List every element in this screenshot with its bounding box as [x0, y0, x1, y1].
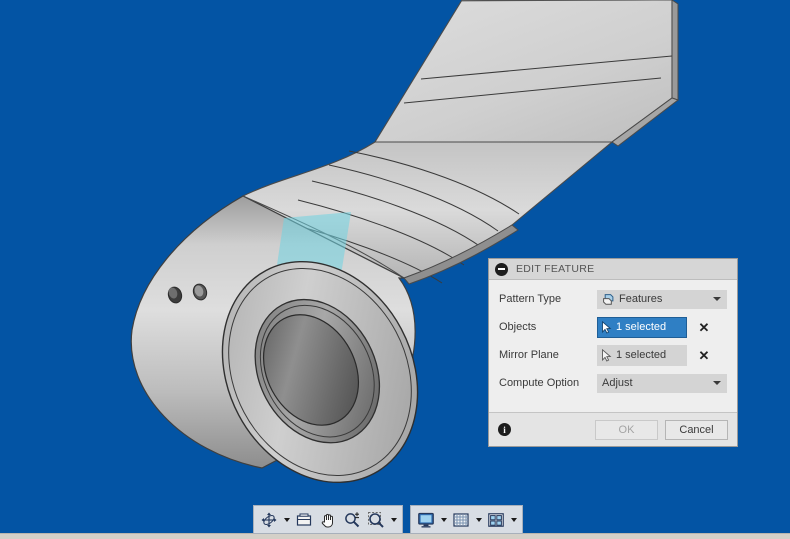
sheet-plate — [374, 0, 680, 147]
row-pattern-type: Pattern Type Features — [499, 288, 727, 310]
pan-hand-icon[interactable] — [316, 508, 340, 532]
row-mirror-plane: Mirror Plane 1 selected ✕ — [499, 344, 727, 366]
pattern-type-value: Features — [619, 293, 663, 305]
compute-option-label: Compute Option — [499, 377, 580, 389]
dialog-title: EDIT FEATURE — [516, 263, 595, 275]
cursor-arrow-icon — [601, 348, 612, 362]
cursor-arrow-icon — [601, 320, 612, 334]
render-style-dropdown-arrow[interactable] — [438, 508, 449, 532]
zoom-in-out-icon[interactable] — [340, 508, 364, 532]
objects-clear-icon[interactable]: ✕ — [693, 318, 715, 337]
zoom-window-icon[interactable] — [364, 508, 388, 532]
pattern-type-combo[interactable]: Features — [597, 289, 727, 309]
mirror-plane-select-field[interactable]: 1 selected — [597, 344, 687, 366]
minus-circle-icon[interactable] — [495, 262, 508, 276]
info-icon[interactable]: i — [498, 423, 511, 436]
objects-value: 1 selected — [616, 321, 667, 333]
dialog-body: Pattern Type Features Objects 1 selected… — [489, 280, 737, 412]
mirror-plane-clear-icon[interactable]: ✕ — [693, 346, 715, 365]
objects-label: Objects — [499, 321, 537, 333]
dialog-spacer — [499, 400, 727, 412]
row-compute-option: Compute Option Adjust — [499, 372, 727, 394]
cad-application-window: EDIT FEATURE Pattern Type Features Objec… — [0, 0, 790, 539]
rotate-icon[interactable] — [257, 508, 281, 532]
pattern-type-label: Pattern Type — [499, 293, 562, 305]
fit-view-icon[interactable] — [292, 508, 316, 532]
ok-button[interactable]: OK — [595, 419, 658, 440]
dialog-title-bar[interactable]: EDIT FEATURE — [489, 259, 737, 280]
cancel-button[interactable]: Cancel — [665, 419, 728, 440]
grid-dropdown-arrow[interactable] — [473, 508, 484, 532]
objects-select-field[interactable]: 1 selected — [597, 316, 687, 338]
navigation-group — [253, 505, 403, 534]
compute-option-combo[interactable]: Adjust — [597, 373, 727, 393]
mirror-plane-value: 1 selected — [616, 349, 667, 361]
layout-icon[interactable] — [484, 508, 508, 532]
grid-icon[interactable] — [449, 508, 473, 532]
compute-option-value: Adjust — [602, 377, 633, 389]
dialog-footer: i OK Cancel — [489, 412, 737, 446]
rotate-dropdown-arrow[interactable] — [281, 508, 292, 532]
chevron-down-icon[interactable] — [713, 381, 721, 385]
display-group — [410, 505, 523, 534]
view-toolbar[interactable] — [253, 505, 523, 534]
edit-feature-dialog[interactable]: EDIT FEATURE Pattern Type Features Objec… — [488, 258, 738, 447]
layout-dropdown-arrow[interactable] — [508, 508, 519, 532]
chevron-down-icon[interactable] — [713, 297, 721, 301]
render-style-icon[interactable] — [414, 508, 438, 532]
row-objects: Objects 1 selected ✕ — [499, 316, 727, 338]
mirror-plane-label: Mirror Plane — [499, 349, 559, 361]
features-pattern-icon — [602, 293, 615, 306]
zoom-window-dropdown-arrow[interactable] — [388, 508, 399, 532]
